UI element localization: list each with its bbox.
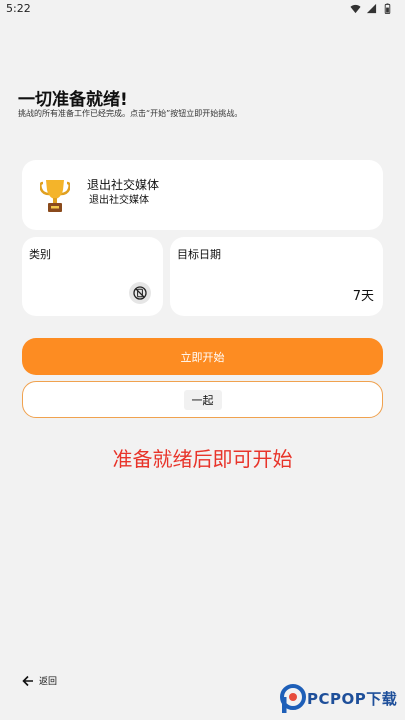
category-icon-button [129, 282, 151, 304]
goal-subtitle: 退出社交媒体 [89, 195, 149, 206]
watermark-logo-icon [280, 684, 306, 713]
target-date-value: 7天 [352, 289, 374, 304]
status-icons [350, 3, 393, 14]
goal-card[interactable]: 退出社交媒体 退出社交媒体 [22, 160, 383, 230]
page-subtitle: 挑战的所有准备工作已经完成。点击“开始”按钮立即开始挑战。 [18, 109, 243, 118]
arrow-left-icon [22, 675, 33, 686]
wifi-icon [350, 4, 361, 14]
ready-notice: 准备就绪后即可开始 [112, 447, 293, 471]
start-now-button[interactable]: 立即开始 [22, 338, 383, 375]
no-phone-icon [133, 286, 147, 300]
together-button[interactable]: 一起 [22, 381, 383, 418]
screen: 5:22 一切准备就绪! 挑战的所有准备工作已经完成。点击“开始”按钮立即开始挑… [0, 0, 405, 720]
back-button[interactable]: 返回 [22, 674, 57, 687]
trophy-icon [40, 180, 70, 212]
category-card[interactable]: 类别 [22, 237, 163, 316]
signal-icon [366, 3, 377, 14]
status-bar: 5:22 [0, 0, 405, 18]
together-label: 一起 [183, 389, 222, 410]
target-date-label: 目标日期 [177, 248, 221, 261]
category-label: 类别 [29, 248, 51, 261]
watermark: PCPOP下载 [280, 684, 402, 718]
target-date-card[interactable]: 目标日期 7天 [170, 237, 383, 316]
status-time: 5:22 [6, 2, 31, 15]
page-title: 一切准备就绪! [18, 90, 128, 110]
battery-icon [384, 3, 391, 14]
watermark-brand: PCPOP下载 [307, 690, 398, 708]
back-label: 返回 [39, 677, 58, 687]
